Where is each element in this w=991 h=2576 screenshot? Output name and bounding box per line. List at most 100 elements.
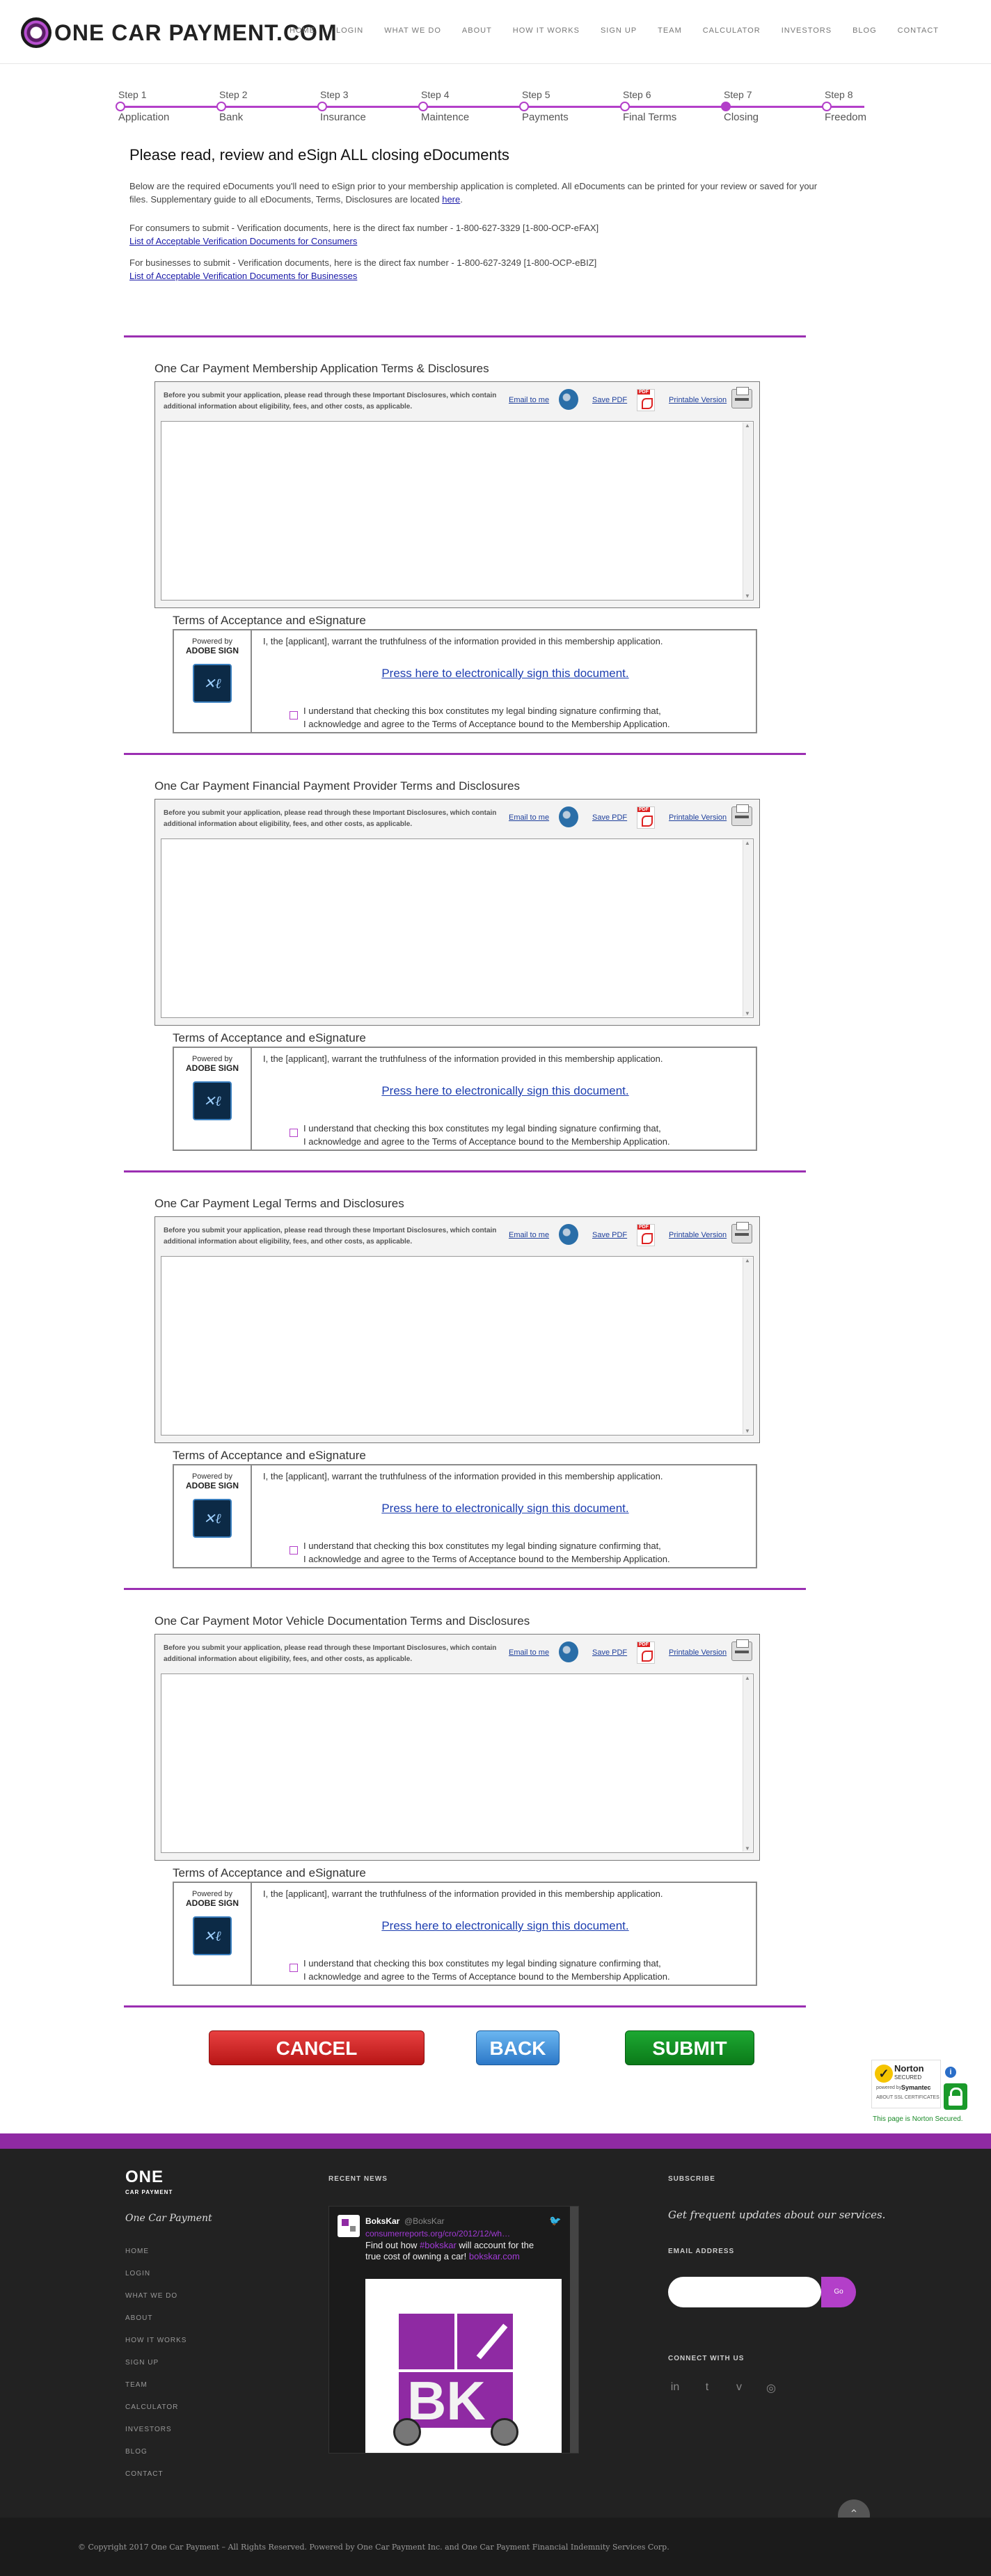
norton-secured: SECURED (894, 2074, 922, 2081)
footer-nav-login[interactable]: LOGIN (125, 2270, 187, 2292)
email-to-me-link[interactable]: Email to me (509, 813, 549, 822)
agree-checkbox[interactable] (290, 711, 298, 719)
footer-nav-blog[interactable]: BLOG (125, 2448, 187, 2470)
document-scrollbar[interactable] (743, 1257, 752, 1434)
tweet-image[interactable]: BK (365, 2279, 562, 2453)
save-pdf-link[interactable]: Save PDF (592, 396, 627, 404)
printer-icon[interactable] (731, 804, 752, 826)
consumer-docs-link[interactable]: List of Acceptable Verification Document… (129, 236, 357, 246)
feed-scrollbar[interactable] (570, 2207, 578, 2453)
tweet-author-name[interactable]: BoksKar (365, 2216, 399, 2226)
nav-team[interactable]: TEAM (647, 26, 692, 35)
tos-title: Terms of Acceptance and eSignature (173, 1031, 366, 1044)
printable-version-link[interactable]: Printable Version (669, 813, 727, 822)
nav-what-we-do[interactable]: WHAT WE DO (374, 26, 452, 35)
document-scrollbar[interactable] (743, 422, 752, 599)
footer-logo[interactable]: ONE CAR PAYMENT (125, 2169, 173, 2200)
adobe-sign-badge: Powered by ADOBE SIGN ✕ℓ (174, 1883, 252, 1985)
document-scrollbar[interactable] (743, 840, 752, 1017)
esign-link[interactable]: Press here to electronically sign this d… (174, 667, 759, 681)
submit-button[interactable]: SUBMIT (625, 2030, 754, 2065)
document-scrollbar[interactable] (743, 1675, 752, 1852)
pdf-icon[interactable] (637, 389, 655, 411)
tweet-author-handle[interactable]: @BoksKar (404, 2216, 445, 2226)
footer-logo-bottom: CAR PAYMENT (125, 2189, 173, 2195)
document-frame[interactable] (161, 1256, 754, 1436)
step-8: Step 8 Freedom (822, 89, 922, 123)
printable-version-link[interactable]: Printable Version (669, 396, 727, 404)
norton-powered: powered by (876, 2085, 902, 2090)
step-3: Step 3 Insurance (317, 89, 418, 123)
email-to-me-link[interactable]: Email to me (509, 1231, 549, 1239)
footer-nav-home[interactable]: HOME (125, 2248, 187, 2270)
vimeo-icon[interactable]: v (732, 2381, 746, 2395)
email-icon[interactable] (559, 1224, 578, 1245)
nav-calculator[interactable]: CALCULATOR (692, 26, 771, 35)
footer-nav-sign-up[interactable]: SIGN UP (125, 2359, 187, 2381)
save-pdf-link[interactable]: Save PDF (592, 813, 627, 822)
bokskar-avatar[interactable] (338, 2215, 360, 2237)
email-icon[interactable] (559, 389, 578, 410)
section-divider (124, 1588, 806, 1590)
nav-blog[interactable]: BLOG (842, 26, 887, 35)
norton-seal[interactable]: ✓ Norton SECURED powered by Symantec ABO… (871, 2060, 973, 2126)
section-divider (124, 1170, 806, 1172)
esign-link[interactable]: Press here to electronically sign this d… (174, 1919, 759, 1933)
tweet-body: Find out how #bokskar will account for t… (365, 2240, 534, 2261)
back-button[interactable]: BACK (476, 2030, 560, 2065)
nav-home[interactable]: HOME (279, 26, 326, 35)
footer-nav-how-it-works[interactable]: HOW IT WORKS (125, 2337, 187, 2359)
step-6: Step 6 Final Terms (620, 89, 720, 123)
tweet-hashtag[interactable]: #bokskar (420, 2240, 457, 2250)
agree-checkbox[interactable] (290, 1546, 298, 1555)
footer-nav-team[interactable]: TEAM (125, 2381, 187, 2403)
document-frame[interactable] (161, 838, 754, 1018)
agree-text: I understand that checking this box cons… (303, 706, 670, 729)
tweet-link[interactable]: consumerreports.org/cro/2012/12/wh… (365, 2229, 510, 2239)
twitter-feed[interactable]: BoksKar @BoksKar 🐦 consumerreports.org/c… (328, 2206, 579, 2454)
document-frame[interactable] (161, 1673, 754, 1853)
nav-about[interactable]: ABOUT (452, 26, 502, 35)
agree-checkbox[interactable] (290, 1964, 298, 1972)
footer-nav-contact[interactable]: CONTACT (125, 2470, 187, 2492)
pdf-icon[interactable] (637, 806, 655, 829)
email-icon[interactable] (559, 806, 578, 827)
nav-login[interactable]: LOGIN (326, 26, 374, 35)
tweet-site-link[interactable]: bokskar.com (469, 2251, 520, 2261)
subscribe-email-input[interactable] (668, 2277, 821, 2307)
instagram-icon[interactable]: ◎ (764, 2381, 778, 2395)
email-to-me-link[interactable]: Email to me (509, 1648, 549, 1657)
esign-link[interactable]: Press here to electronically sign this d… (174, 1502, 759, 1516)
nav-contact[interactable]: CONTACT (887, 26, 949, 35)
footer-nav-calculator[interactable]: CALCULATOR (125, 2403, 187, 2426)
twitter-icon[interactable]: t (700, 2381, 714, 2395)
printer-icon[interactable] (731, 387, 752, 408)
email-to-me-link[interactable]: Email to me (509, 396, 549, 404)
document-frame[interactable] (161, 421, 754, 601)
footer-nav-investors[interactable]: INVESTORS (125, 2426, 187, 2448)
footer-nav-about[interactable]: ABOUT (125, 2314, 187, 2337)
printer-icon[interactable] (731, 1222, 752, 1243)
pdf-icon[interactable] (637, 1641, 655, 1664)
cancel-application-button[interactable]: CANCEL APPLICATION (209, 2030, 425, 2094)
nav-sign-up[interactable]: SIGN UP (590, 26, 647, 35)
footer-nav-what-we-do[interactable]: WHAT WE DO (125, 2292, 187, 2314)
esign-link[interactable]: Press here to electronically sign this d… (174, 1084, 759, 1098)
business-docs-link[interactable]: List of Acceptable Verification Document… (129, 271, 357, 281)
nav-how-it-works[interactable]: HOW IT WORKS (502, 26, 590, 35)
save-pdf-link[interactable]: Save PDF (592, 1648, 627, 1657)
subscribe-go-button[interactable]: Go (821, 2277, 856, 2307)
pdf-icon[interactable] (637, 1224, 655, 1246)
agree-checkbox[interactable] (290, 1129, 298, 1137)
connect-title: CONNECT WITH US (668, 2355, 745, 2362)
nav-investors[interactable]: INVESTORS (771, 26, 842, 35)
printer-icon[interactable] (731, 1639, 752, 1661)
email-icon[interactable] (559, 1641, 578, 1662)
linkedin-icon[interactable]: in (668, 2381, 682, 2395)
printable-version-link[interactable]: Printable Version (669, 1648, 727, 1657)
printable-version-link[interactable]: Printable Version (669, 1231, 727, 1239)
guide-here-link[interactable]: here (442, 194, 460, 205)
info-icon[interactable]: i (945, 2067, 956, 2078)
intro-section: Please read, review and eSign ALL closin… (129, 146, 825, 283)
save-pdf-link[interactable]: Save PDF (592, 1231, 627, 1239)
